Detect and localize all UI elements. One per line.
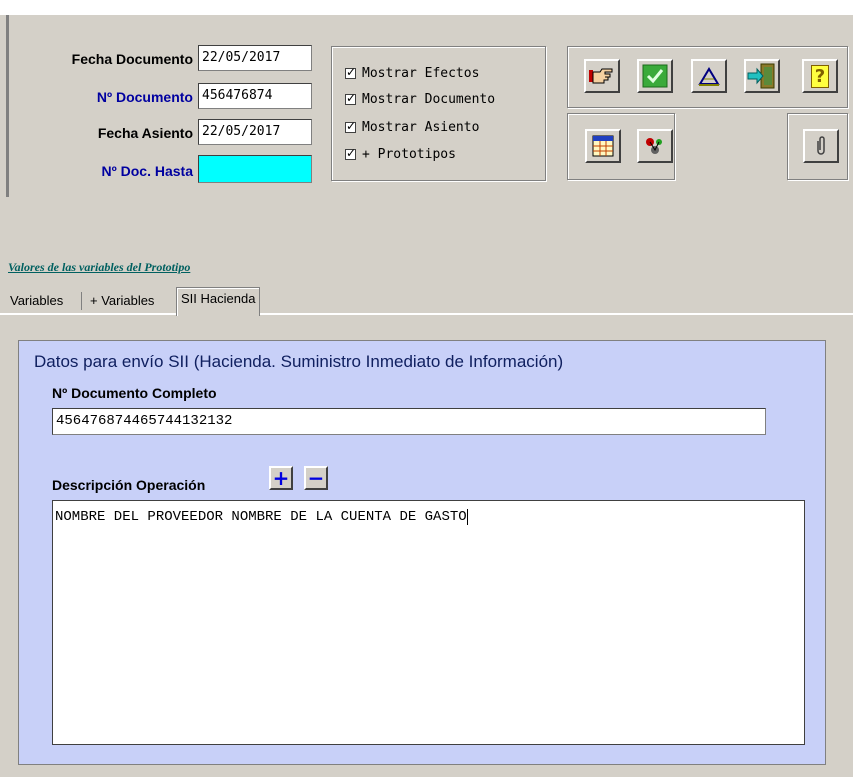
left-divider [6,15,9,197]
option-label: Mostrar Efectos [362,65,480,81]
doc-completo-label: Nº Documento Completo [52,385,217,401]
text-caret [466,509,468,525]
option-mostrar-efectos[interactable]: Mostrar Efectos [345,63,479,83]
exit-door-icon [747,62,777,90]
checkbox-prototipos[interactable] [345,146,356,160]
confirm-button[interactable] [637,59,673,93]
checkbox-mostrar-asiento[interactable] [345,119,356,133]
table-button[interactable] [585,129,621,163]
n-doc-hasta-field[interactable] [198,155,312,183]
pointing-hand-icon [588,65,616,87]
descripcion-text: NOMBRE DEL PROVEEDOR NOMBRE DE LA CUENTA… [55,509,467,525]
option-label: Mostrar Documento [362,91,496,107]
tab-sii-hacienda[interactable]: SII Hacienda [176,287,261,316]
exit-button[interactable] [744,59,780,93]
option-prototipos[interactable]: + Prototipos [345,144,456,164]
checkbox-mostrar-efectos[interactable] [345,65,356,79]
descripcion-textarea[interactable]: NOMBRE DEL PROVEEDOR NOMBRE DE LA CUENTA… [52,500,805,745]
fecha-asiento-label: Fecha Asiento [97,125,193,141]
help-icon: ? [810,64,830,88]
option-mostrar-asiento[interactable]: Mostrar Asiento [345,117,479,137]
fecha-documento-label: Fecha Documento [71,51,193,67]
attach-button[interactable] [803,129,839,163]
top-strip [0,0,853,15]
help-button[interactable]: ? [802,59,838,93]
doc-completo-field[interactable]: 456476874465744132132 [52,408,766,435]
fecha-documento-field[interactable]: 22/05/2017 [198,45,312,71]
drafting-icon [697,65,721,87]
option-mostrar-documento[interactable]: Mostrar Documento [345,89,495,109]
molecule-button[interactable] [637,129,673,163]
panel-title: Datos para envío SII (Hacienda. Suminist… [34,352,564,371]
drafting-button[interactable] [691,59,727,93]
check-icon [642,64,668,88]
n-doc-hasta-label: Nº Doc. Hasta [101,163,193,179]
paperclip-icon [814,135,828,157]
descripcion-label: Descripción Operación [52,477,206,493]
tab-separator [81,292,82,310]
n-documento-field[interactable]: 456476874 [198,83,312,109]
tab-variables[interactable]: Variables [6,290,67,314]
molecule-icon [644,136,666,156]
tab-plus-variables[interactable]: + Variables [86,290,158,314]
prototipo-variables-link[interactable]: Valores de las variables del Prototipo [8,260,190,275]
fecha-asiento-field[interactable]: 22/05/2017 [198,119,312,145]
option-label: + Prototipos [362,146,456,162]
add-button[interactable]: + [269,466,293,490]
remove-button[interactable]: − [304,466,328,490]
checkbox-mostrar-documento[interactable] [345,91,356,105]
pointing-hand-button[interactable] [584,59,620,93]
table-icon [592,135,614,157]
option-label: Mostrar Asiento [362,119,480,135]
n-documento-label: Nº Documento [96,89,193,105]
